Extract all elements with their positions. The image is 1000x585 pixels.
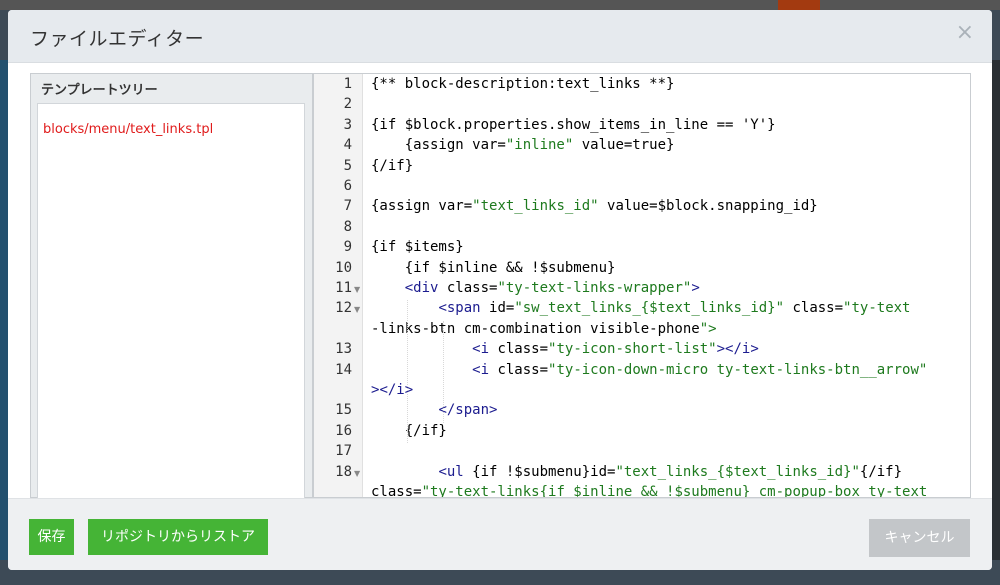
code-line: <span id="sw_text_links_{$text_links_id}…	[438, 300, 911, 317]
code-line: class="ty-text-links{if $inline && !$sub…	[371, 484, 928, 498]
indent-guide	[407, 300, 408, 444]
line-number: 18	[335, 463, 352, 480]
background-topbar	[0, 0, 1000, 10]
code-editor[interactable]: 1 2 3 4 5 6 7 8 9 10 11 ▼ 12 ▼ 13 14 15 16 17 18 ▼ {** block…	[313, 73, 971, 498]
line-number: 1	[343, 76, 352, 92]
line-number: 15	[335, 402, 352, 419]
line-number: 6	[343, 178, 352, 194]
restore-from-repository-button[interactable]: リポジトリからリストア	[88, 519, 268, 555]
code-line: -links-btn cm-combination visible-phone"…	[371, 320, 717, 337]
line-number: 17	[335, 443, 352, 460]
tree-item-text-links-tpl[interactable]: blocks/menu/text_links.tpl	[43, 122, 213, 137]
fold-arrow-icon[interactable]: ▼	[354, 305, 360, 314]
code-line: {assign var="text_links_id" value=$block…	[371, 198, 818, 215]
close-icon[interactable]: ×	[956, 20, 974, 45]
code-line: <i class="ty-icon-down-micro ty-text-lin…	[472, 361, 928, 378]
line-number-gutter: 1 2 3 4 5 6 7 8 9 10 11 ▼ 12 ▼ 13 14 15 16 17 18 ▼	[314, 74, 363, 497]
code-line: {/if}	[371, 157, 414, 174]
line-number: 10	[335, 259, 352, 276]
line-number: 4	[343, 137, 352, 154]
code-line: {assign var="inline" value=true}	[371, 137, 675, 154]
modal-footer: 保存 リポジトリからリストア キャンセル	[8, 498, 992, 570]
line-number: 8	[343, 218, 352, 235]
line-number: 3	[343, 116, 352, 133]
code-line: {if $block.properties.show_items_in_line…	[371, 116, 776, 133]
background-right-strip	[992, 60, 1000, 560]
template-tree-list: blocks/menu/text_links.tpl	[37, 103, 305, 503]
code-line: {/if}	[371, 422, 447, 439]
code-line: {** block-description:text_links **}	[371, 76, 675, 92]
line-number: 16	[335, 422, 352, 439]
code-line: <i class="ty-icon-short-list"></i>	[472, 341, 759, 358]
line-number: 7	[343, 198, 352, 215]
indent-guide	[443, 320, 444, 423]
cancel-button[interactable]: キャンセル	[869, 519, 970, 557]
code-line: {if $inline && !$submenu}	[371, 259, 616, 276]
line-number: 11	[335, 280, 352, 296]
line-number: 13	[335, 341, 352, 358]
fold-arrow-icon[interactable]: ▼	[354, 469, 360, 478]
template-tree-panel: テンプレートツリー blocks/menu/text_links.tpl	[30, 73, 313, 503]
save-button[interactable]: 保存	[29, 519, 74, 555]
background-left-strip	[0, 60, 8, 560]
code-line: {if $items}	[371, 239, 464, 256]
fold-arrow-icon[interactable]: ▼	[354, 285, 360, 294]
line-number: 2	[343, 96, 352, 113]
code-line: <ul {if !$submenu}id="text_links_{$text_…	[438, 463, 903, 480]
line-number: 5	[343, 157, 352, 174]
file-editor-modal: ファイルエディター × テンプレートツリー blocks/menu/text_l…	[8, 10, 992, 570]
line-number: 9	[343, 239, 352, 256]
template-tree-heading: テンプレートツリー	[41, 83, 158, 98]
modal-body: テンプレートツリー blocks/menu/text_links.tpl 123…	[8, 63, 992, 503]
code-line: </span>	[438, 402, 498, 419]
code-line: <div class="ty-text-links-wrapper">	[404, 280, 700, 296]
background-search-button	[778, 0, 820, 10]
modal-title: ファイルエディター	[30, 28, 205, 50]
line-number: 12	[335, 300, 352, 317]
modal-header: ファイルエディター ×	[8, 10, 992, 63]
line-number: 14	[335, 361, 352, 378]
